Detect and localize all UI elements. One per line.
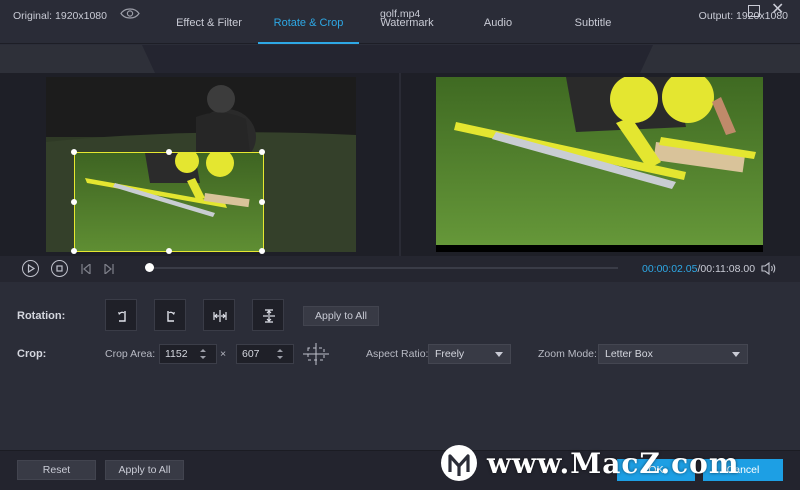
rotation-label: Rotation: [17, 310, 66, 322]
rotate-left-button[interactable] [105, 299, 137, 331]
tab-audio[interactable]: Audio [455, 0, 541, 44]
stop-icon [56, 265, 63, 272]
zoom-mode-select[interactable]: Letter Box [598, 344, 748, 364]
rotate-right-button[interactable] [154, 299, 186, 331]
tab-watermark[interactable]: Watermark [359, 0, 455, 44]
output-video-image [436, 77, 763, 252]
crop-label: Crop: [17, 348, 47, 360]
tab-subtitle[interactable]: Subtitle [541, 0, 645, 44]
m-logo-icon [441, 445, 477, 481]
previous-frame-icon[interactable] [81, 264, 91, 274]
crop-handle-top-left[interactable] [71, 149, 77, 155]
crop-handle-bottom-right[interactable] [259, 248, 265, 254]
crop-handle-top-right[interactable] [259, 149, 265, 155]
rotate-left-icon [118, 311, 126, 322]
stop-button[interactable] [51, 260, 68, 277]
current-time: 00:00:02.05 [642, 263, 698, 275]
tab-rotate-crop[interactable]: Rotate & Crop [258, 0, 359, 44]
crop-handle-bottom[interactable] [166, 248, 172, 254]
original-label-bg [0, 45, 155, 73]
output-label-bg [640, 45, 800, 73]
eye-icon[interactable] [120, 7, 140, 20]
zoom-mode-label: Zoom Mode: [538, 348, 597, 360]
flip-vertical-icon [263, 309, 275, 323]
play-icon [27, 263, 36, 274]
center-crop-icon[interactable] [302, 342, 330, 366]
file-name: golf.mp4 [380, 8, 421, 20]
seek-track[interactable] [148, 267, 618, 269]
flip-horizontal-icon [213, 310, 227, 322]
next-frame-icon[interactable] [104, 264, 114, 274]
m-logo-mark [448, 454, 470, 476]
flip-vertical-button[interactable] [252, 299, 284, 331]
footer-apply-all-button[interactable]: Apply to All [105, 460, 184, 480]
crop-times-sign: × [220, 348, 227, 360]
rotation-apply-all-button[interactable]: Apply to All [303, 306, 379, 326]
crop-selection-box[interactable] [71, 149, 265, 254]
output-resolution-label: Output: 1920x1080 [698, 10, 788, 22]
volume-icon[interactable] [761, 262, 777, 275]
chevron-down-icon [732, 352, 740, 357]
rotate-right-icon [167, 311, 175, 322]
playback-bar: 00:00:02.05/00:11:08.00 [0, 256, 800, 282]
crop-area-label: Crop Area: [105, 348, 156, 360]
chevron-down-icon [495, 352, 503, 357]
play-button[interactable] [22, 260, 39, 277]
output-video-frame [436, 77, 763, 252]
crop-handle-left[interactable] [71, 199, 77, 205]
preview-divider [399, 73, 401, 256]
site-watermark: www.MacZ.com [441, 440, 739, 486]
crop-width-stepper[interactable] [198, 344, 208, 364]
crop-handle-right[interactable] [259, 199, 265, 205]
aspect-ratio-value: Freely [435, 348, 465, 360]
watermark-text: www.MacZ.com [487, 446, 740, 480]
crop-handle-bottom-left[interactable] [71, 248, 77, 254]
aspect-ratio-select[interactable]: Freely [428, 344, 511, 364]
total-time: 00:11:08.00 [700, 263, 756, 275]
reset-button[interactable]: Reset [17, 460, 96, 480]
tab-list: Effect & Filter Rotate & Crop Watermark … [160, 0, 645, 44]
original-resolution-label: Original: 1920x1080 [13, 10, 107, 22]
crop-width-input[interactable] [159, 344, 217, 364]
tab-effect-filter[interactable]: Effect & Filter [160, 0, 258, 44]
crop-handle-top[interactable] [166, 149, 172, 155]
time-display: 00:00:02.05/00:11:08.00 [642, 263, 755, 275]
crop-height-stepper[interactable] [275, 344, 285, 364]
aspect-ratio-label: Aspect Ratio: [366, 348, 429, 360]
flip-horizontal-button[interactable] [203, 299, 235, 331]
crop-height-input[interactable] [236, 344, 294, 364]
zoom-mode-value: Letter Box [605, 348, 653, 360]
seek-thumb[interactable] [145, 263, 154, 272]
